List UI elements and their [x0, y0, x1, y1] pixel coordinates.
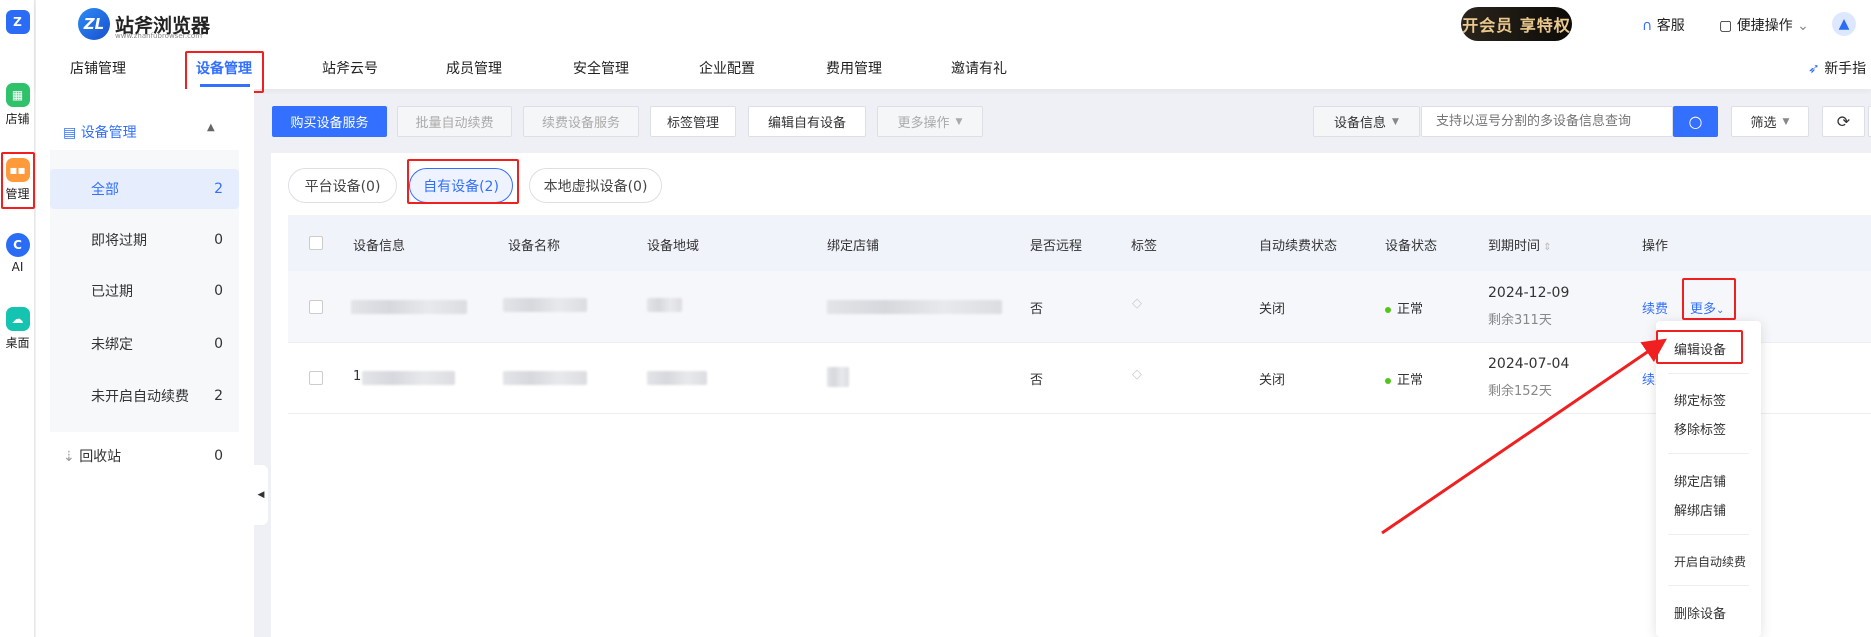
annotation-arrow	[1381, 338, 1667, 535]
